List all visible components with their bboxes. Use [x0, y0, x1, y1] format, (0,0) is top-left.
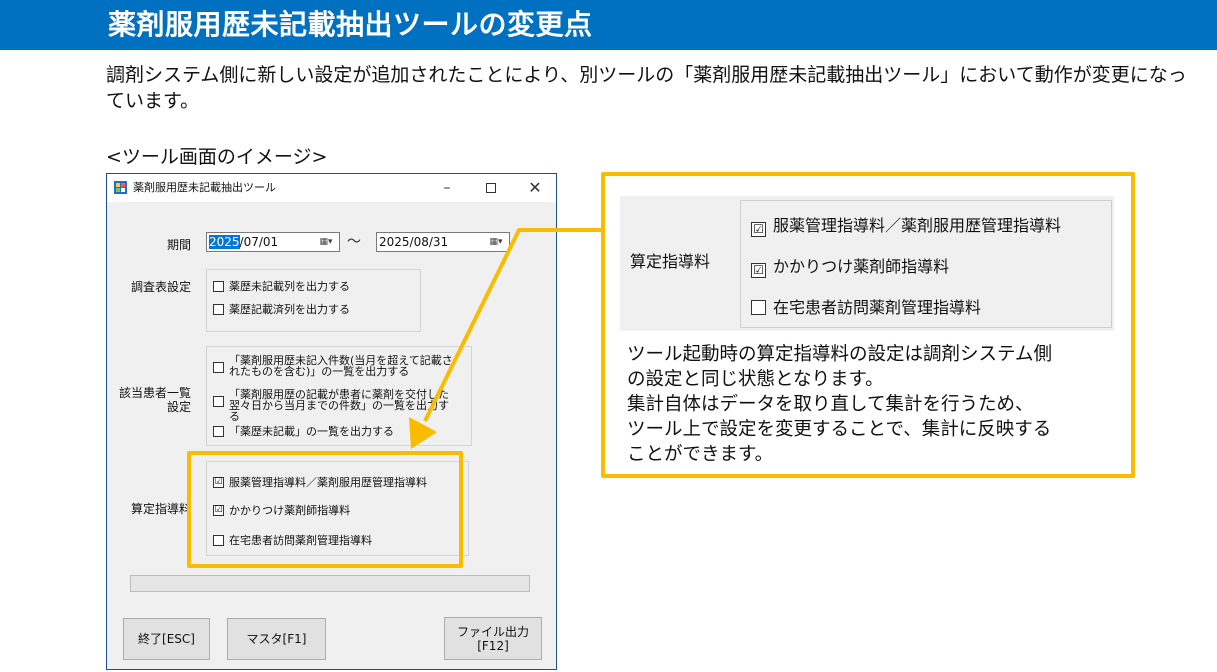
zoom-option-home-visit[interactable]: 在宅患者訪問薬剤管理指導料 — [751, 298, 981, 318]
callout-arrow-icon — [409, 228, 602, 449]
zoom-option-medication-management[interactable]: ☑ 服薬管理指導料／薬剤服用歴管理指導料 — [751, 216, 1061, 237]
note-line: ツール上で設定を変更することで、集計に反映する — [627, 419, 1052, 440]
checkbox-checked-icon[interactable]: ☑ — [751, 263, 766, 278]
zoom-fee-panel: 算定指導料 ☑ 服薬管理指導料／薬剤服用歴管理指導料 ☑ かかりつけ薬剤師指導料 在… — [620, 196, 1114, 331]
checkbox-checked-icon[interactable]: ☑ — [751, 222, 766, 237]
zoom-option-family-pharmacist[interactable]: ☑ かかりつけ薬剤師指導料 — [751, 257, 949, 278]
checkbox-unchecked-icon[interactable] — [751, 300, 766, 315]
note-line: の設定と同じ状態となります。 — [627, 369, 884, 390]
note-line: ツール起動時の算定指導料の設定は調剤システム側 — [627, 344, 1052, 365]
zoom-fee-label: 算定指導料 — [630, 252, 711, 271]
zoom-fee-group: ☑ 服薬管理指導料／薬剤服用歴管理指導料 ☑ かかりつけ薬剤師指導料 在宅患者訪問薬… — [740, 200, 1112, 328]
note-line: 集計自体はデータを取り直して集計を行うため、 — [627, 394, 1034, 415]
explanation-note: ツール起動時の算定指導料の設定は調剤システム側 の設定と同じ状態となります。 集… — [627, 342, 1127, 467]
note-line: ことができます。 — [627, 444, 774, 465]
